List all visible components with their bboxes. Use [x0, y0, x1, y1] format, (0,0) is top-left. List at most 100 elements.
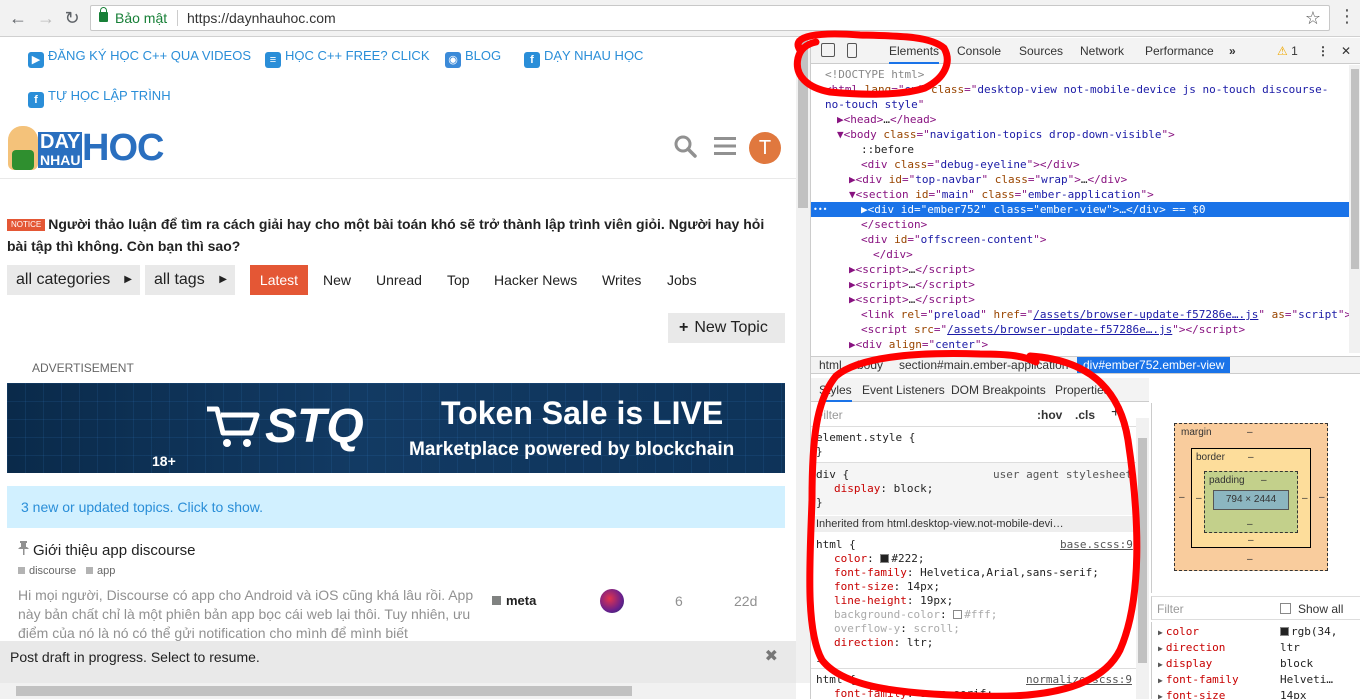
rule-element-style[interactable]: element.style {: [816, 431, 915, 445]
tags-dropdown[interactable]: all tags ▶: [145, 265, 235, 295]
top-link-facebook[interactable]: f DẠY NHAU HỌC: [524, 48, 643, 68]
dom-node[interactable]: <!DOCTYPE html>: [811, 67, 924, 82]
scrollbar-thumb[interactable]: [1351, 69, 1359, 269]
dom-node[interactable]: ▶<script>…</script>: [811, 262, 975, 277]
color-swatch[interactable]: [953, 610, 963, 619]
styles-filter-input[interactable]: Filter: [816, 408, 843, 422]
dom-node[interactable]: <script src="/assets/browser-update-f572…: [811, 322, 1245, 337]
html-prop-line-height[interactable]: line-height: 19px;: [834, 594, 953, 608]
scrollbar-thumb[interactable]: [798, 38, 808, 208]
rule-html-selector[interactable]: html {: [816, 538, 856, 552]
dom-node[interactable]: no-touch style": [811, 97, 924, 112]
expand-triangle-icon[interactable]: ▶: [1158, 644, 1163, 653]
close-icon[interactable]: ✖: [765, 641, 778, 673]
box-model-padding[interactable]: padding – – 794 × 2444: [1204, 471, 1298, 533]
dom-tree-scrollbar[interactable]: [1349, 65, 1360, 353]
tab-performance[interactable]: Performance: [1145, 44, 1214, 58]
hov-toggle[interactable]: :hov: [1037, 408, 1062, 422]
draft-bar[interactable]: Post draft in progress. Select to resume…: [0, 641, 796, 683]
user-avatar[interactable]: T: [749, 132, 781, 164]
html-prop-font-family[interactable]: font-family: Helvetica,Arial,sans-serif;: [834, 566, 1099, 580]
topic-tag-app[interactable]: app: [86, 565, 115, 577]
html-prop-overflow-y[interactable]: overflow-y: scroll;: [834, 622, 960, 636]
poster-avatar[interactable]: [600, 589, 624, 613]
tab-styles[interactable]: Styles: [819, 383, 852, 402]
dom-node[interactable]: ▶<div id="top-navbar" class="wrap">…</di…: [811, 172, 1127, 187]
rule-html2-selector[interactable]: html {: [816, 673, 856, 687]
expand-triangle-icon[interactable]: ▶: [1158, 676, 1163, 685]
devtools-menu-icon[interactable]: ⋮: [1317, 44, 1329, 58]
breadcrumb-section[interactable]: section#main.ember-application: [893, 357, 1074, 373]
device-toolbar-icon[interactable]: [847, 43, 857, 58]
nav-tab-new[interactable]: New: [323, 265, 351, 295]
dom-node[interactable]: </section>: [811, 217, 927, 232]
dom-node[interactable]: </div>: [811, 247, 913, 262]
dom-node[interactable]: ▼<body class="navigation-topics drop-dow…: [811, 127, 1175, 142]
dom-node[interactable]: ▶<script>…</script>: [811, 292, 975, 307]
hamburger-menu-icon[interactable]: [713, 134, 737, 165]
breadcrumb-div-selected[interactable]: div#ember752.ember-view: [1077, 357, 1231, 373]
html-prop-background-color[interactable]: background-color: #fff;: [834, 608, 997, 622]
site-logo[interactable]: DAY NHAU HOC: [8, 126, 164, 174]
close-devtools-icon[interactable]: ✕: [1341, 44, 1351, 58]
color-swatch[interactable]: [1280, 627, 1289, 636]
dom-node-ellipsis-icon[interactable]: •••: [813, 202, 827, 217]
reload-icon[interactable]: ↻: [62, 8, 82, 28]
source-link[interactable]: normalize.scss:9: [1026, 673, 1132, 686]
nav-tab-hacker-news[interactable]: Hacker News: [494, 265, 577, 295]
search-icon[interactable]: [673, 134, 697, 165]
dom-node[interactable]: <html lang="en" class="desktop-view not-…: [811, 82, 1328, 97]
cls-toggle[interactable]: .cls: [1075, 408, 1095, 422]
forward-arrow-icon[interactable]: →: [36, 8, 56, 28]
computed-properties[interactable]: ▶ color rgb(34, ▶ direction ltr ▶ display block ▶…: [1151, 622, 1360, 699]
computed-prop-direction[interactable]: ▶ direction ltr: [1158, 640, 1300, 657]
topic-activity[interactable]: 22d: [734, 593, 757, 609]
color-swatch[interactable]: [880, 554, 890, 563]
expand-triangle-icon[interactable]: ▶: [1158, 628, 1163, 637]
dom-node[interactable]: ▶<div align="center">: [811, 337, 988, 352]
html-prop-direction[interactable]: direction: ltr;: [834, 636, 933, 650]
topic-title-link[interactable]: Giới thiệu app discourse: [18, 541, 195, 559]
more-tabs-icon[interactable]: »: [1229, 44, 1236, 58]
address-bar[interactable]: Bảo mật https://daynhauhoc.com ☆: [90, 5, 1330, 31]
computed-prop-font-family[interactable]: ▶ font-family Helveti…: [1158, 672, 1333, 689]
dom-node[interactable]: ▶<head>…</head>: [811, 112, 936, 127]
top-link-blog[interactable]: ◉ BLOG: [445, 48, 501, 68]
page-horizontal-scrollbar[interactable]: [0, 683, 796, 699]
tab-network[interactable]: Network: [1080, 44, 1124, 58]
computed-filter-input[interactable]: Filter: [1157, 602, 1184, 616]
new-topic-button[interactable]: + New Topic: [668, 313, 785, 343]
dom-tree[interactable]: <!DOCTYPE html> <html lang="en" class="de…: [811, 65, 1349, 353]
nav-tab-writes[interactable]: Writes: [602, 265, 641, 295]
rule-html-source[interactable]: base.scss:9: [1060, 538, 1133, 552]
nav-tab-unread[interactable]: Unread: [376, 265, 422, 295]
dom-node[interactable]: ::before: [811, 142, 914, 157]
box-model-margin[interactable]: margin – – – – border – – – – padding – …: [1174, 423, 1328, 571]
breadcrumb-html[interactable]: html: [813, 357, 848, 373]
computed-prop-font-size[interactable]: ▶ font-size 14px: [1158, 688, 1307, 699]
scrollbar-thumb[interactable]: [1138, 438, 1147, 663]
box-model-border[interactable]: border – – – – padding – – 794 × 2444: [1191, 448, 1311, 548]
nav-tab-jobs[interactable]: Jobs: [667, 265, 697, 295]
tab-sources[interactable]: Sources: [1019, 44, 1063, 58]
scrollbar-thumb[interactable]: [16, 686, 632, 696]
rule-div-prop[interactable]: display: block;: [834, 482, 933, 496]
tab-properties[interactable]: Properties: [1055, 383, 1110, 397]
rule-html2-prop[interactable]: font-family: sans-serif;: [834, 687, 993, 699]
tab-elements[interactable]: Elements: [889, 44, 940, 64]
dom-node[interactable]: <div id="offscreen-content">: [811, 232, 1046, 247]
rule-div-selector[interactable]: div {: [816, 468, 849, 482]
box-model-content[interactable]: 794 × 2444: [1213, 490, 1289, 510]
topic-category[interactable]: meta: [492, 593, 536, 608]
styles-scrollbar[interactable]: [1136, 418, 1149, 699]
warning-count[interactable]: ⚠ 1: [1277, 44, 1298, 58]
html-prop-font-size[interactable]: font-size: 14px;: [834, 580, 940, 594]
dom-node[interactable]: ▼<section id="main" class="ember-applica…: [811, 187, 1154, 202]
url-text[interactable]: https://daynhauhoc.com: [187, 10, 336, 26]
computed-prop-display[interactable]: ▶ display block: [1158, 656, 1313, 673]
expand-triangle-icon[interactable]: ▶: [1158, 692, 1163, 699]
tab-dom-breakpoints[interactable]: DOM Breakpoints: [951, 383, 1046, 397]
categories-dropdown[interactable]: all categories ▶: [7, 265, 140, 295]
nav-tab-top[interactable]: Top: [447, 265, 470, 295]
inspect-element-icon[interactable]: [821, 43, 835, 57]
